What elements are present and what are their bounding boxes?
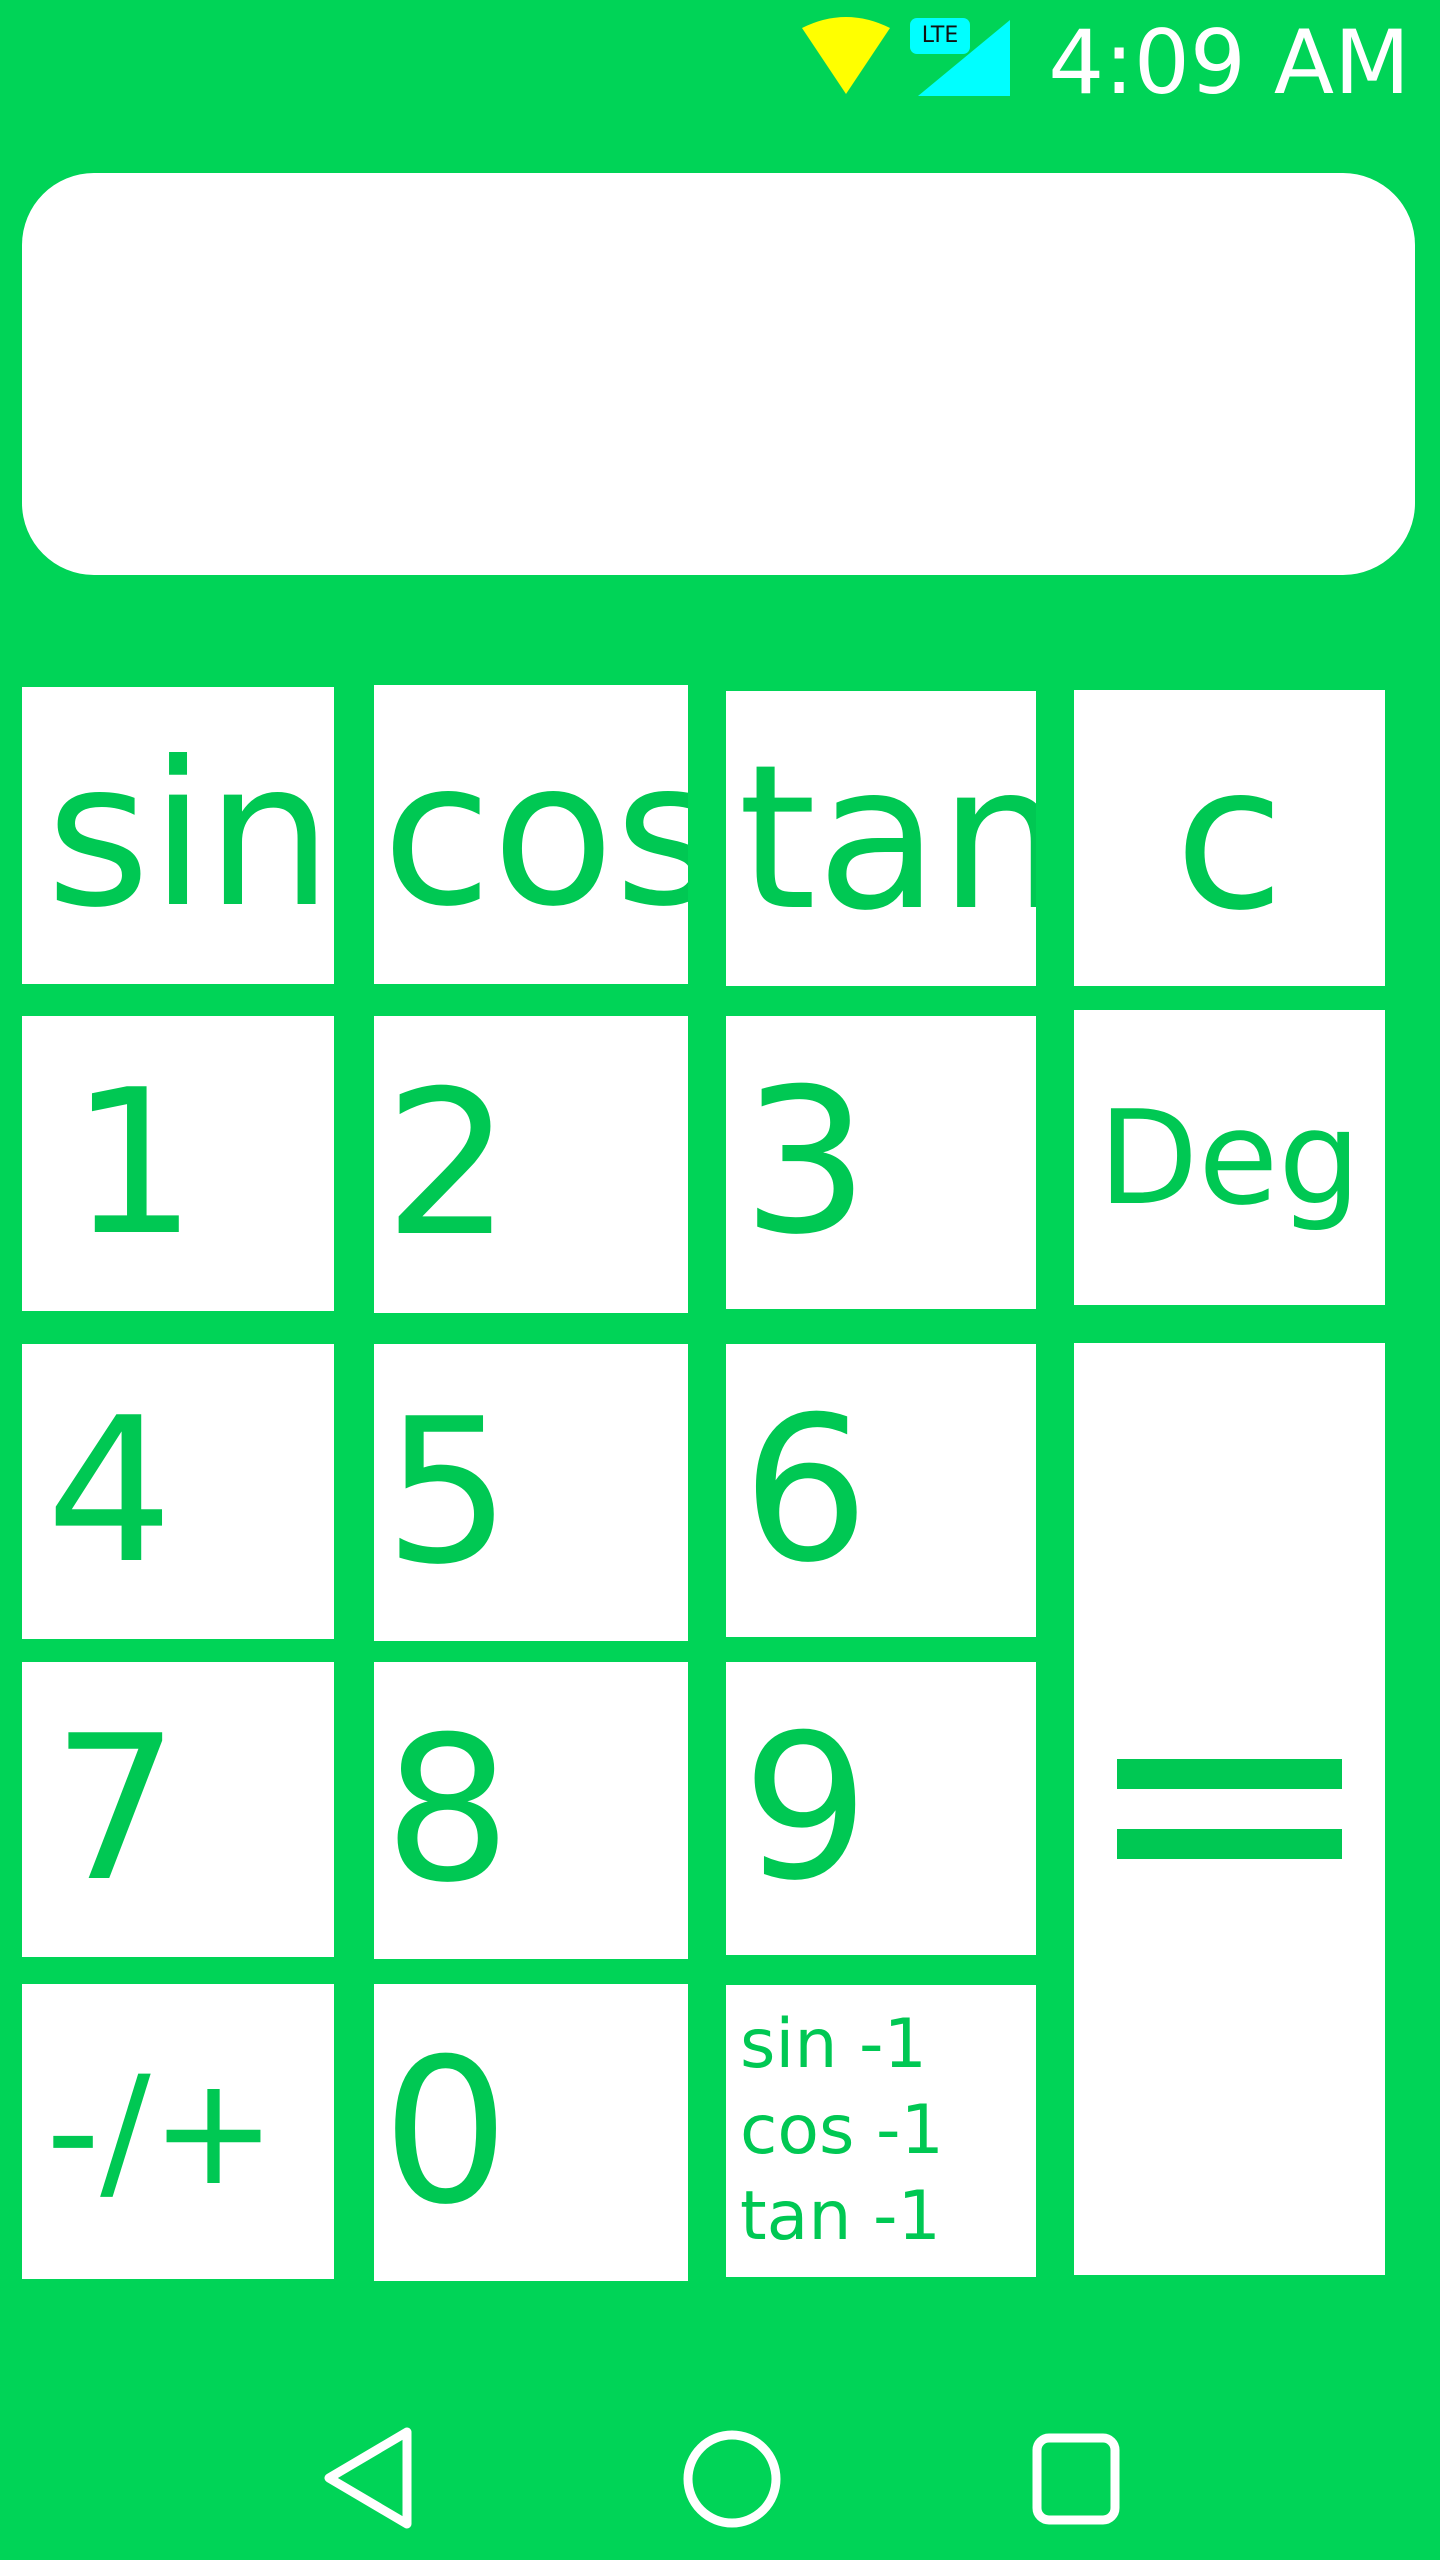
lte-badge: LTE: [910, 18, 970, 54]
digit-1-label: 1: [70, 1047, 198, 1280]
navigation-bar: [0, 2400, 1440, 2560]
calculator-display: [22, 173, 1415, 575]
digit-1-key[interactable]: 1: [22, 1016, 334, 1311]
digit-6-key[interactable]: 6: [726, 1344, 1036, 1637]
digit-2-key[interactable]: 2: [374, 1016, 688, 1313]
status-bar: LTE 4:09 AM: [0, 0, 1440, 120]
equals-key[interactable]: [1074, 1343, 1385, 2275]
tan-key-label: tan: [738, 722, 1036, 955]
inverse-trig-key[interactable]: sin -1 cos -1 tan -1: [726, 1985, 1036, 2277]
digit-4-key[interactable]: 4: [22, 1344, 334, 1639]
back-button[interactable]: [305, 2424, 425, 2534]
arcsin-label: sin -1: [740, 2005, 927, 2084]
digit-3-label: 3: [742, 1046, 870, 1279]
deg-toggle-key[interactable]: Deg: [1074, 1010, 1385, 1305]
digit-7-key[interactable]: 7: [22, 1662, 334, 1957]
sign-toggle-label: -/+: [46, 2044, 277, 2219]
digit-9-key[interactable]: 9: [726, 1662, 1036, 1955]
digit-8-label: 8: [384, 1694, 512, 1927]
digit-6-label: 6: [742, 1374, 870, 1607]
deg-toggle-label: Deg: [1098, 1081, 1361, 1234]
clear-key-label: c: [1174, 721, 1285, 955]
digit-3-key[interactable]: 3: [726, 1016, 1036, 1309]
digit-7-label: 7: [52, 1693, 180, 1926]
home-circle-icon: [683, 2430, 781, 2528]
digit-9-label: 9: [742, 1692, 870, 1925]
sin-key-label: sin: [46, 719, 333, 952]
wifi-icon: [802, 17, 890, 94]
cos-key-label: cos: [382, 718, 688, 951]
sin-key[interactable]: sin: [22, 687, 334, 984]
recents-square-icon: [1032, 2433, 1120, 2525]
digit-0-key[interactable]: 0: [374, 1984, 688, 2281]
clear-key[interactable]: c: [1074, 690, 1385, 986]
equals-glyph: [1117, 1759, 1342, 1859]
digit-8-key[interactable]: 8: [374, 1662, 688, 1959]
digit-0-label: 0: [382, 2016, 510, 2249]
recents-button[interactable]: [1016, 2424, 1136, 2534]
arccos-label: cos -1: [740, 2091, 944, 2170]
digit-2-label: 2: [384, 1048, 512, 1281]
back-triangle-icon: [324, 2427, 412, 2529]
home-button[interactable]: [672, 2424, 792, 2534]
calculator-screen: LTE 4:09 AM sin cos tan c 1 2 3 Deg 4 5 …: [0, 0, 1440, 2560]
digit-5-key[interactable]: 5: [374, 1344, 688, 1641]
digit-4-label: 4: [46, 1375, 174, 1608]
tan-key[interactable]: tan: [726, 691, 1036, 986]
arctan-label: tan -1: [740, 2177, 941, 2256]
cos-key[interactable]: cos: [374, 685, 688, 984]
status-time: 4:09 AM: [1048, 11, 1410, 114]
digit-5-label: 5: [384, 1376, 512, 1609]
sign-toggle-key[interactable]: -/+: [22, 1984, 334, 2279]
